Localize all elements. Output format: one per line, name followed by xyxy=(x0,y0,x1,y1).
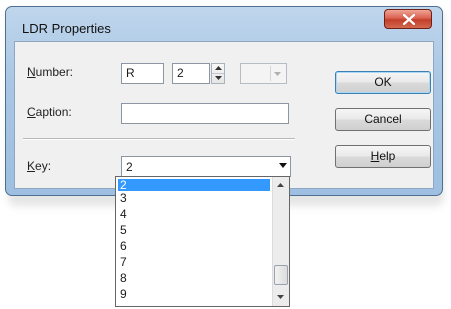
list-item[interactable]: 8 xyxy=(118,272,270,284)
chevron-down-icon xyxy=(215,76,222,80)
ok-button[interactable]: OK xyxy=(335,71,431,94)
separator xyxy=(23,138,295,140)
close-icon xyxy=(403,14,415,25)
number-suffix-combo xyxy=(240,63,287,84)
close-button[interactable] xyxy=(384,9,432,29)
key-dropdown-list[interactable]: 2 3 4 5 6 7 8 9 xyxy=(115,176,290,307)
list-item[interactable]: 7 xyxy=(118,256,270,268)
chevron-down-icon xyxy=(274,72,281,76)
key-combobox-value: 2 xyxy=(126,160,133,174)
number-label: Number: xyxy=(27,65,74,79)
scrollbar-thumb[interactable] xyxy=(274,265,288,285)
combo-arrow xyxy=(270,66,284,81)
list-item[interactable]: 6 xyxy=(118,240,270,252)
caption-input[interactable] xyxy=(121,103,289,124)
dropdown-scrollbar[interactable] xyxy=(272,177,289,306)
list-item[interactable]: 2 xyxy=(118,179,270,191)
number-spinner[interactable] xyxy=(211,63,225,84)
key-combobox[interactable]: 2 xyxy=(121,156,291,177)
dialog-client-area: Number: R 2 Caption: Key: 2 OK Cancel He… xyxy=(14,41,434,189)
list-item[interactable]: 3 xyxy=(118,192,270,204)
spin-up-button[interactable] xyxy=(212,64,224,74)
list-item[interactable]: 4 xyxy=(118,208,270,220)
help-button[interactable]: Help xyxy=(335,145,431,168)
list-item[interactable]: 9 xyxy=(118,288,270,300)
key-label: Key: xyxy=(27,159,52,173)
chevron-up-icon xyxy=(215,66,222,70)
scroll-down-arrow-icon[interactable] xyxy=(277,295,284,299)
number-input[interactable]: 2 xyxy=(172,63,210,84)
caption-label: Caption: xyxy=(27,105,72,119)
number-prefix-input[interactable]: R xyxy=(121,63,164,84)
list-item[interactable]: 5 xyxy=(118,224,270,236)
scroll-up-arrow-icon[interactable] xyxy=(277,183,284,187)
title-bar[interactable]: LDR Properties xyxy=(6,7,442,41)
ldr-properties-dialog: LDR Properties Number: R 2 Caption: Key:… xyxy=(5,6,443,196)
spin-down-button[interactable] xyxy=(212,74,224,83)
chevron-down-icon xyxy=(279,163,287,168)
cancel-button[interactable]: Cancel xyxy=(335,108,431,131)
dialog-title: LDR Properties xyxy=(22,21,111,36)
